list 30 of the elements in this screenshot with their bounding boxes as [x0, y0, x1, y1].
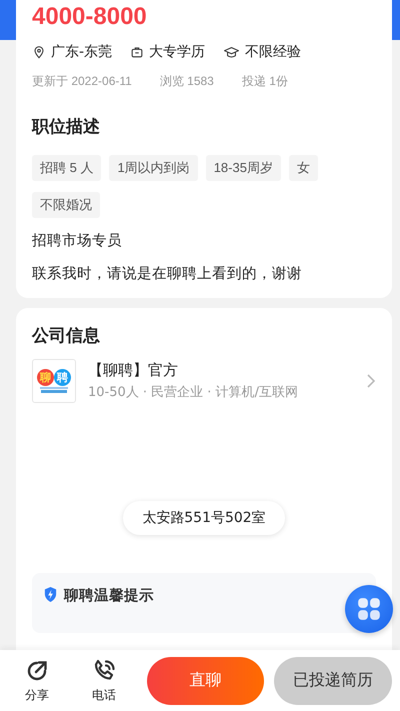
company-name: 【聊聘】官方 [88, 361, 179, 380]
education-text: 大专学历 [149, 43, 206, 61]
experience-text: 不限经验 [245, 43, 302, 61]
section-title: 公司信息 [32, 325, 101, 348]
application-count: 投递 1份 [242, 73, 288, 90]
job-tag: 不限婚况 [32, 192, 100, 218]
briefcase-icon [130, 45, 144, 59]
description-text: 联系我时，请说是在聊聘上看到的，谢谢 [32, 265, 303, 284]
address-label: 太安路551号502室 [123, 501, 285, 535]
job-tag: 女 [288, 155, 318, 181]
view-count: 浏览 1583 [160, 73, 214, 90]
section-title: 职位描述 [32, 116, 101, 139]
description-text: 招聘市场专员 [32, 232, 123, 251]
graduation-cap-icon [223, 45, 240, 59]
tips-title: 聊聘温馨提示 [64, 586, 154, 605]
share-button[interactable]: 分享 [14, 658, 60, 704]
job-tag: 招聘 5 人 [32, 155, 102, 181]
shield-icon [43, 586, 58, 603]
company-logo: 聊 聘 [32, 359, 76, 403]
job-tag: 1周以内到岗 [109, 155, 198, 181]
update-date: 更新于 2022-06-11 [32, 73, 132, 90]
chevron-right-icon [366, 373, 376, 389]
company-row[interactable]: 聊 聘 【聊聘】官方 10-50人 · 民营企业 · 计算机/互联网 [32, 359, 376, 403]
job-tag: 18-35周岁 [206, 155, 281, 181]
phone-button[interactable]: 电话 [80, 658, 127, 704]
salary: 4000-8000 [32, 2, 148, 32]
grid-icon [356, 596, 382, 622]
company-details: 10-50人 · 民营企业 · 计算机/互联网 [88, 384, 299, 401]
location-text: 广东-东莞 [51, 43, 112, 61]
location-pin-icon [32, 45, 46, 59]
